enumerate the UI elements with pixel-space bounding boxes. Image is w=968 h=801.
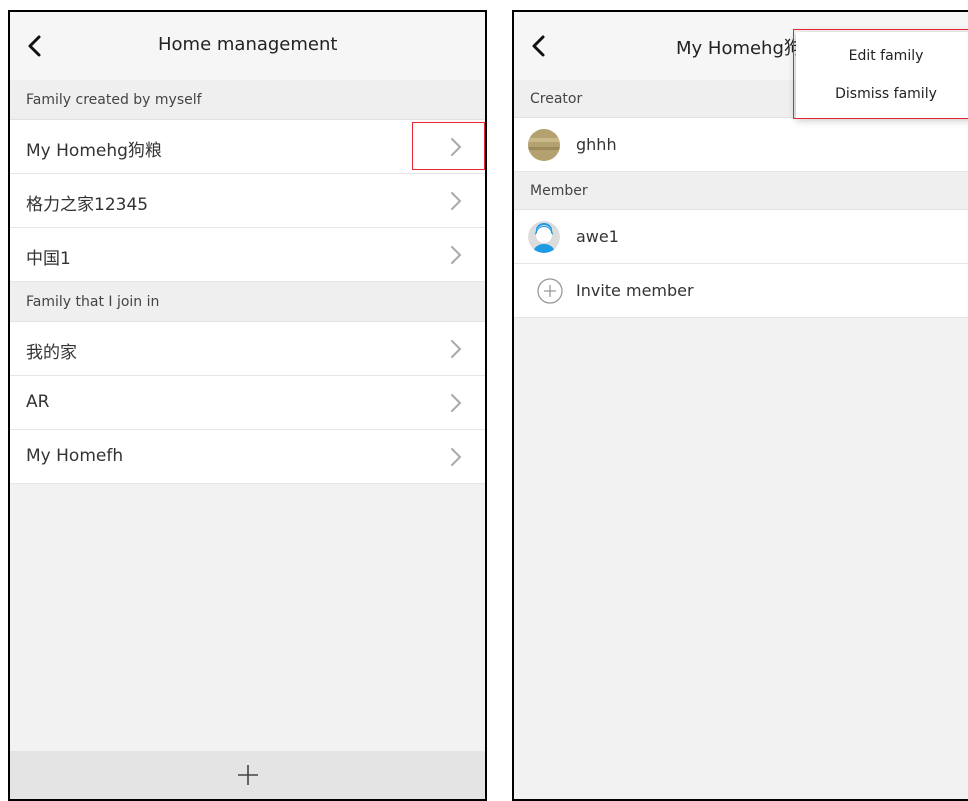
highlight-box [412,122,485,170]
chevron-right-icon[interactable] [449,338,463,360]
add-circle-icon [536,277,564,305]
chevron-right-icon[interactable] [449,392,463,414]
avatar [528,129,560,161]
invite-member-row[interactable]: Invite member [514,264,968,318]
plus-icon[interactable] [236,763,260,787]
creator-row[interactable]: ghhh [514,118,968,172]
member-row[interactable]: awe1 [514,210,968,264]
back-icon[interactable] [24,32,46,60]
back-icon[interactable] [528,32,550,60]
chevron-right-icon[interactable] [449,190,463,212]
creator-name: ghhh [576,135,617,154]
top-bar: Home management [10,12,485,80]
page-title: My Homehg狗 [676,38,802,59]
family-row[interactable]: 中国1 [10,228,485,282]
add-family-bar[interactable] [10,751,485,799]
family-name: My Homefh [26,446,124,466]
section-header-joined: Family that I join in [10,282,485,322]
family-name: AR [26,392,50,412]
family-row[interactable]: My Homefh [10,430,485,484]
family-row[interactable]: 我的家 [10,322,485,376]
avatar-icon [528,221,560,253]
family-name: 中国1 [26,249,71,269]
chevron-right-icon[interactable] [449,446,463,468]
family-row[interactable]: AR [10,376,485,430]
invite-member-label: Invite member [576,281,694,300]
chevron-right-icon[interactable] [449,244,463,266]
family-name: 我的家 [26,343,77,363]
member-name: awe1 [576,227,619,246]
family-name: My Homehg狗粮 [26,141,162,161]
section-header-member: Member [514,172,968,210]
page-title: Home management [158,34,338,55]
family-name: 格力之家12345 [26,195,149,215]
family-detail-screen: My Homehg狗 Creator ghhh Member awe1 Invi… [512,10,968,801]
section-header-created: Family created by myself [10,80,485,120]
family-row[interactable]: 格力之家12345 [10,174,485,228]
home-management-screen: Home management Family created by myself… [8,10,487,801]
highlight-box [793,29,968,119]
